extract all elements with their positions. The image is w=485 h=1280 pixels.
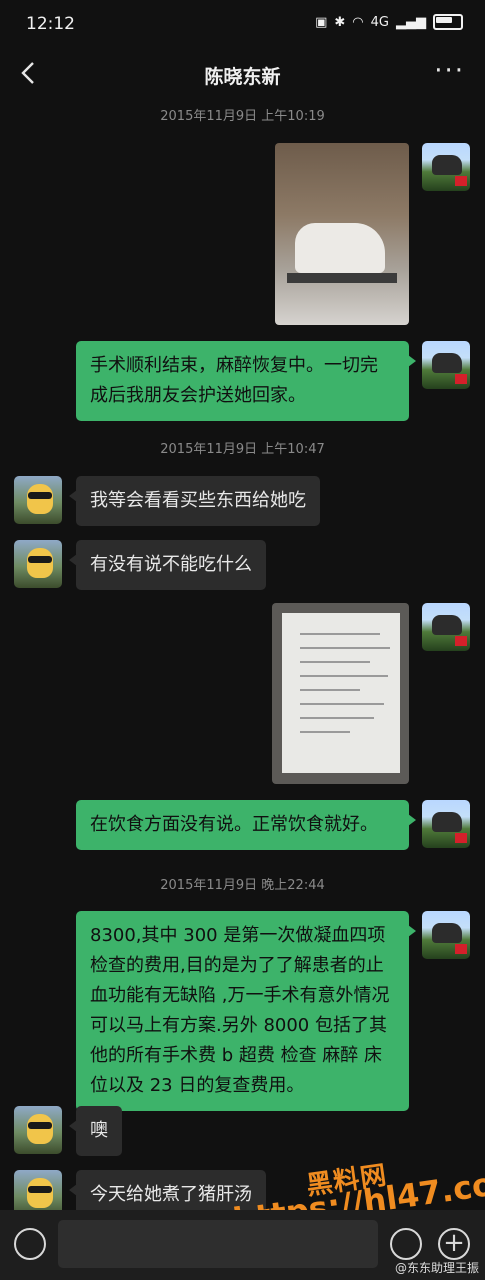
message-input[interactable]	[58, 1220, 378, 1268]
status-time: 12:12	[26, 14, 75, 34]
emoji-icon[interactable]	[390, 1228, 422, 1260]
status-icons: ▣ ✱ ◠ 4G ▂▄▆	[315, 14, 463, 30]
timestamp: 2015年11月9日 晚上22:44	[160, 878, 325, 893]
avatar-other[interactable]	[14, 476, 62, 524]
avatar-other[interactable]	[14, 1106, 62, 1154]
bed-sheet	[295, 223, 385, 273]
voice-input-icon[interactable]	[14, 1228, 46, 1260]
avatar-other[interactable]	[14, 540, 62, 588]
nfc-icon: ▣	[315, 14, 328, 30]
message-bubble-me[interactable]: 8300,其中 300 是第一次做凝血四项检查的费用,目的是为了了解患者的止血功…	[76, 911, 416, 1111]
avatar-me[interactable]	[422, 800, 470, 848]
avatar-me[interactable]	[422, 603, 470, 651]
message-bubble-other[interactable]: 噢	[69, 1106, 122, 1156]
network-label: 4G	[370, 14, 389, 30]
document-paper	[282, 613, 400, 773]
bed-rail	[287, 273, 397, 283]
timestamp: 2015年11月9日 上午10:19	[160, 109, 325, 124]
battery-icon	[433, 14, 463, 30]
image-message-hospital-bed[interactable]	[275, 143, 409, 325]
message-bubble-other[interactable]: 有没有说不能吃什么	[69, 540, 266, 590]
message-bubble-other[interactable]: 我等会看看买些东西给她吃	[69, 476, 320, 526]
chat-header: 陈晓东新 ···	[0, 50, 485, 98]
signal-icon: ▂▄▆	[396, 14, 426, 30]
message-bubble-me[interactable]: 在饮食方面没有说。正常饮食就好。	[76, 800, 416, 850]
chat-title: 陈晓东新	[204, 66, 281, 88]
watermark-weibo: @东东助理王振	[394, 1261, 479, 1275]
avatar-me[interactable]	[422, 341, 470, 389]
more-options-icon[interactable]: ···	[434, 58, 465, 84]
avatar-me[interactable]	[422, 143, 470, 191]
status-bar: 12:12 ▣ ✱ ◠ 4G ▂▄▆	[0, 0, 485, 50]
timestamp: 2015年11月9日 上午10:47	[160, 442, 325, 457]
image-message-document[interactable]	[272, 603, 409, 784]
message-bubble-me[interactable]: 手术顺利结束，麻醉恢复中。一切完成后我朋友会护送她回家。	[76, 341, 416, 421]
plus-icon[interactable]: +	[438, 1228, 470, 1260]
avatar-me[interactable]	[422, 911, 470, 959]
bluetooth-icon: ✱	[334, 14, 346, 30]
wifi-icon: ◠	[352, 14, 364, 30]
